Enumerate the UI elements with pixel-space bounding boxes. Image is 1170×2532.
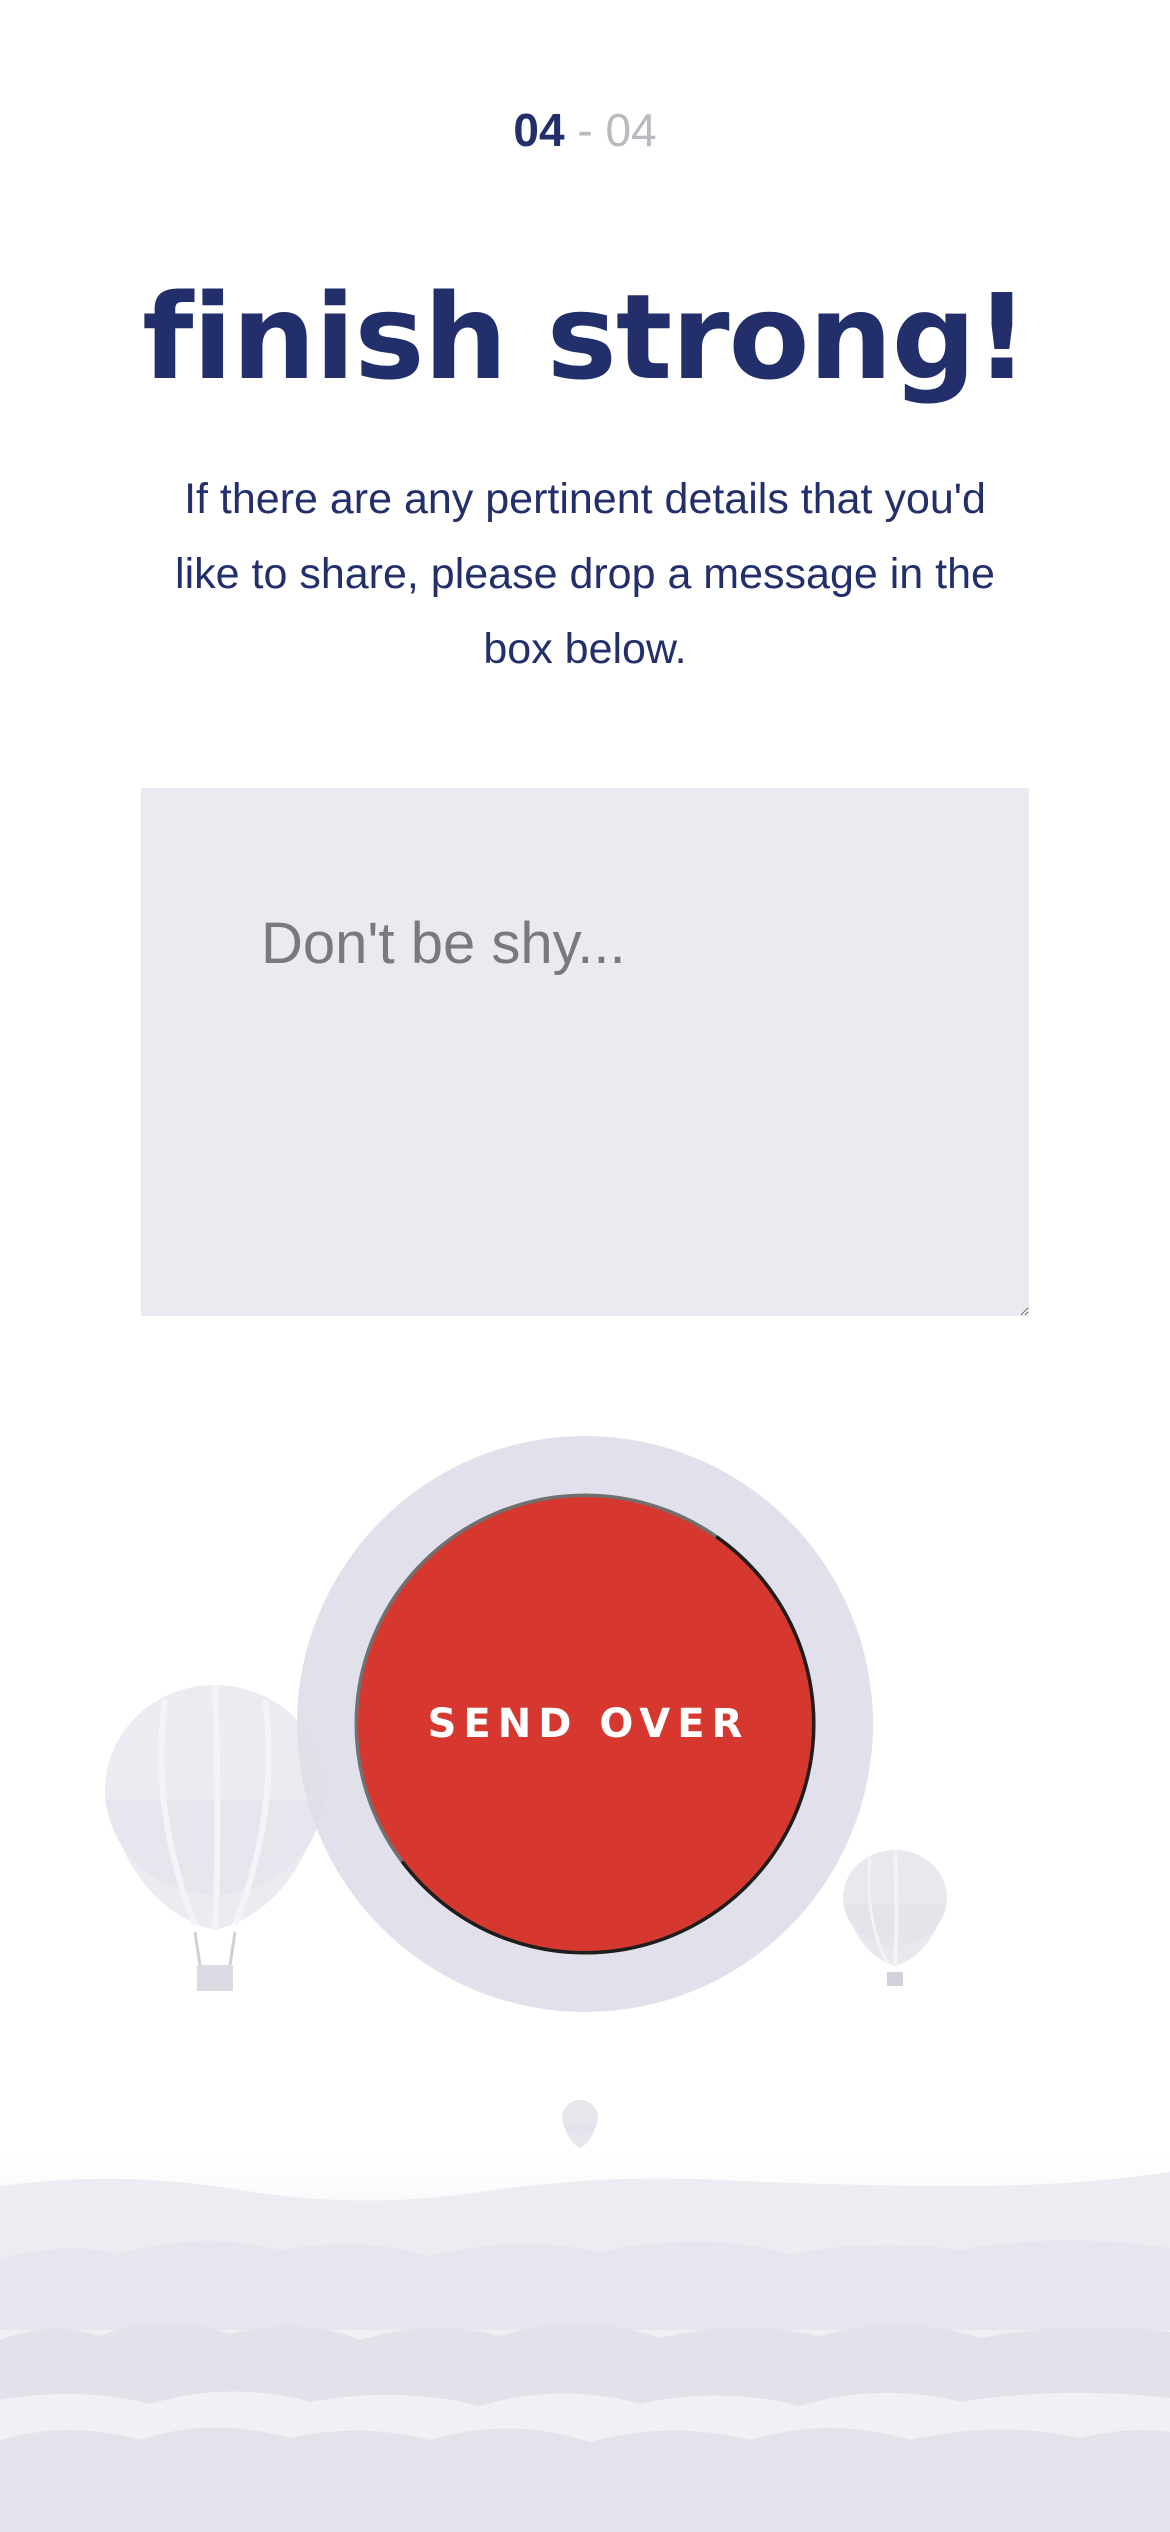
contact-form-step-page: 04 - 04 finish strong! If there are any … bbox=[0, 0, 1170, 2532]
send-over-button[interactable]: SEND OVER bbox=[358, 1497, 812, 1951]
step-separator: - bbox=[577, 104, 593, 156]
misty-landscape-background bbox=[0, 2150, 1170, 2532]
step-current: 04 bbox=[513, 104, 565, 156]
hot-air-balloon-small-icon bbox=[843, 1850, 947, 1986]
message-textarea[interactable] bbox=[141, 788, 1029, 1316]
page-title: finish strong! bbox=[142, 268, 1029, 406]
send-over-label: SEND OVER bbox=[427, 1701, 750, 1747]
step-total: 04 bbox=[605, 104, 657, 156]
step-counter: 04 - 04 bbox=[0, 100, 1170, 160]
page-subtitle: If there are any pertinent details that … bbox=[175, 475, 995, 673]
